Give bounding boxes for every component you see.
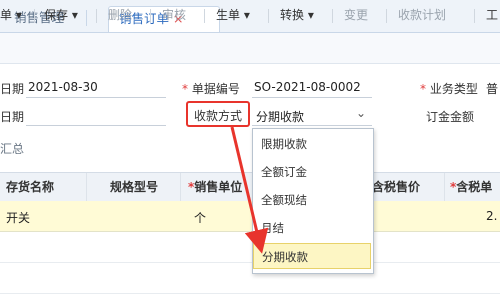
annotation-arrow-icon xyxy=(230,126,269,254)
